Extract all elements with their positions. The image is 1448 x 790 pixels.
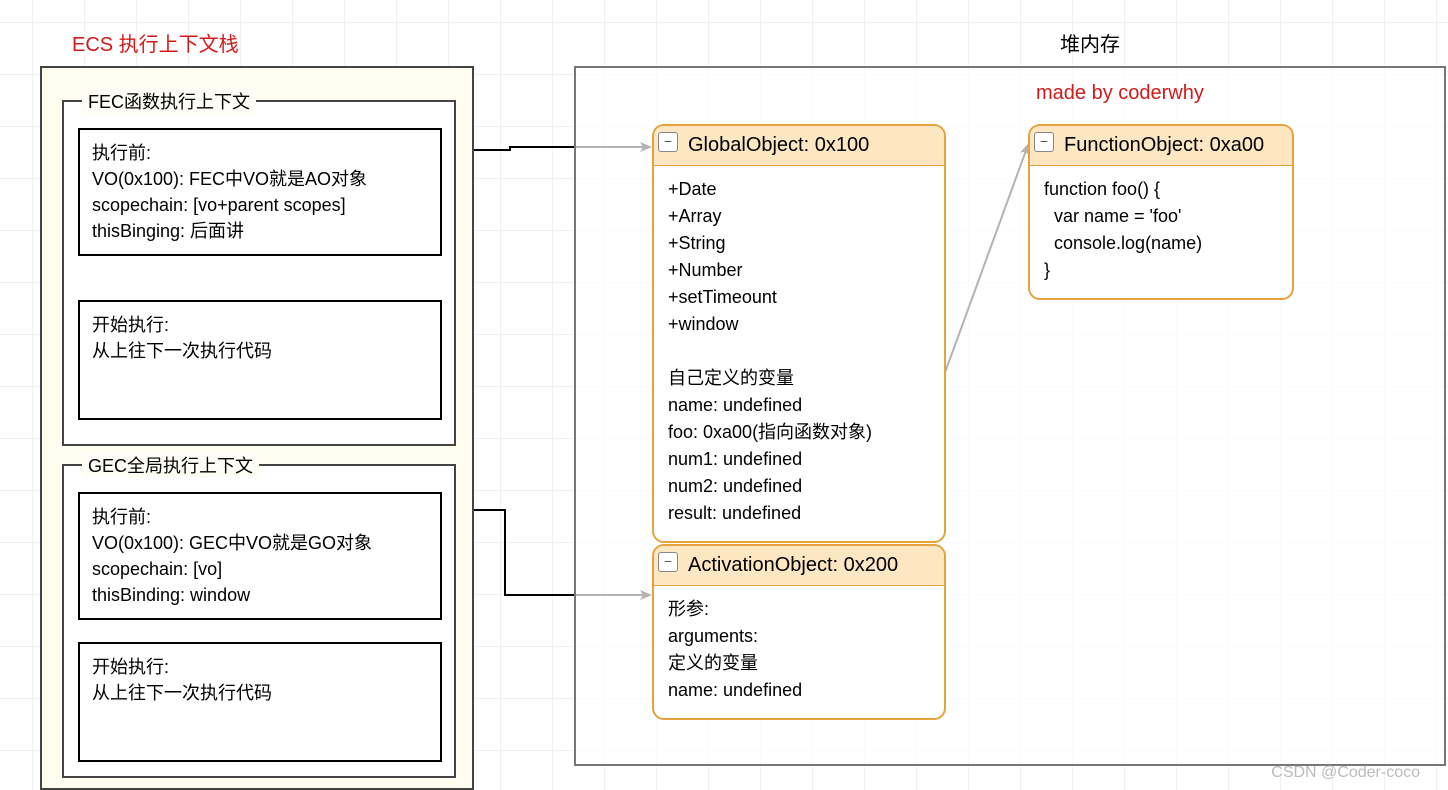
gec-start-exec: 开始执行: 从上往下一次执行代码 [78, 642, 442, 762]
diagram-canvas: ECS 执行上下文栈 堆内存 FEC函数执行上下文 执行前: VO(0x100)… [0, 0, 1448, 790]
made-by-label: made by coderwhy [1036, 82, 1204, 105]
fec-before-exec: 执行前: VO(0x100): FEC中VO就是AO对象 scopechain:… [78, 128, 442, 256]
global-object-header: − GlobalObject: 0x100 [654, 126, 944, 166]
gec-container: GEC全局执行上下文 执行前: VO(0x100): GEC中VO就是GO对象 … [62, 464, 456, 778]
function-object-body: function foo() { var name = 'foo' consol… [1030, 166, 1292, 298]
fec-start-exec: 开始执行: 从上往下一次执行代码 [78, 300, 442, 420]
function-object-title: FunctionObject: 0xa00 [1064, 134, 1264, 156]
ecs-title: ECS 执行上下文栈 [72, 28, 239, 57]
fec-label: FEC函数执行上下文 [82, 88, 256, 114]
watermark-text: CSDN @Coder-coco [1271, 764, 1420, 782]
activation-object-header: − ActivationObject: 0x200 [654, 546, 944, 586]
heap-container: made by coderwhy − GlobalObject: 0x100 +… [574, 66, 1446, 766]
gec-before-exec: 执行前: VO(0x100): GEC中VO就是GO对象 scopechain:… [78, 492, 442, 620]
function-object-box: − FunctionObject: 0xa00 function foo() {… [1028, 124, 1294, 300]
ecs-container: FEC函数执行上下文 执行前: VO(0x100): FEC中VO就是AO对象 … [40, 66, 474, 790]
function-object-header: − FunctionObject: 0xa00 [1030, 126, 1292, 166]
activation-object-body: 形参: arguments: 定义的变量 name: undefined [654, 586, 944, 718]
minus-icon: − [658, 132, 678, 152]
activation-object-box: − ActivationObject: 0x200 形参: arguments:… [652, 544, 946, 720]
minus-icon: − [1034, 132, 1054, 152]
heap-title: 堆内存 [1060, 28, 1120, 57]
activation-object-title: ActivationObject: 0x200 [688, 554, 898, 576]
gec-label: GEC全局执行上下文 [82, 452, 259, 478]
fec-container: FEC函数执行上下文 执行前: VO(0x100): FEC中VO就是AO对象 … [62, 100, 456, 446]
global-object-body: +Date +Array +String +Number +setTimeoun… [654, 166, 944, 541]
global-object-title: GlobalObject: 0x100 [688, 134, 869, 156]
minus-icon: − [658, 552, 678, 572]
global-object-box: − GlobalObject: 0x100 +Date +Array +Stri… [652, 124, 946, 543]
